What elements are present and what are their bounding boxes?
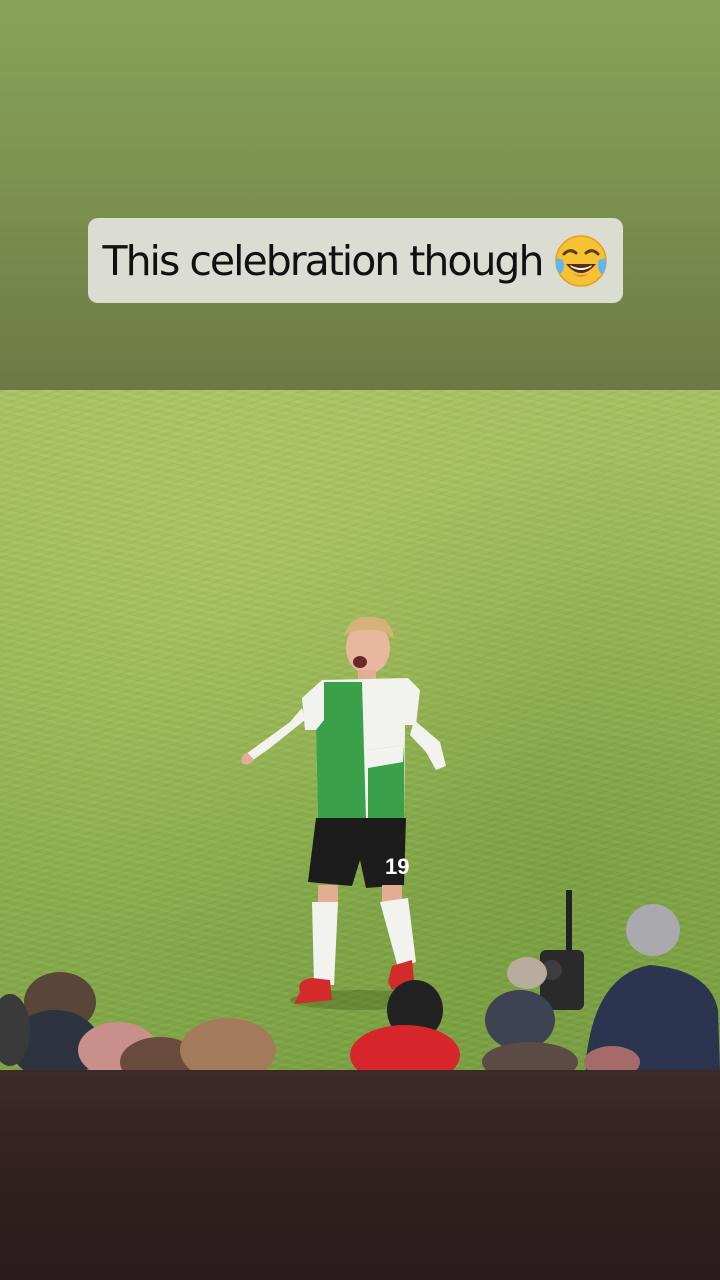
video-frame[interactable]: 19: [0, 390, 720, 1070]
crowd-foreground: [0, 904, 720, 1070]
video-scene: 19: [0, 616, 720, 1070]
camera-rig: [540, 890, 584, 1010]
caption-sticker[interactable]: This celebration though: [88, 218, 623, 303]
face-with-tears-of-joy-icon: [554, 234, 608, 288]
football-player: 19: [241, 616, 446, 1004]
caption-text: This celebration though: [102, 236, 545, 285]
shirt-number: 19: [385, 854, 409, 879]
story-bottom-background: [0, 1070, 720, 1280]
story-top-background: This celebration though: [0, 0, 720, 390]
